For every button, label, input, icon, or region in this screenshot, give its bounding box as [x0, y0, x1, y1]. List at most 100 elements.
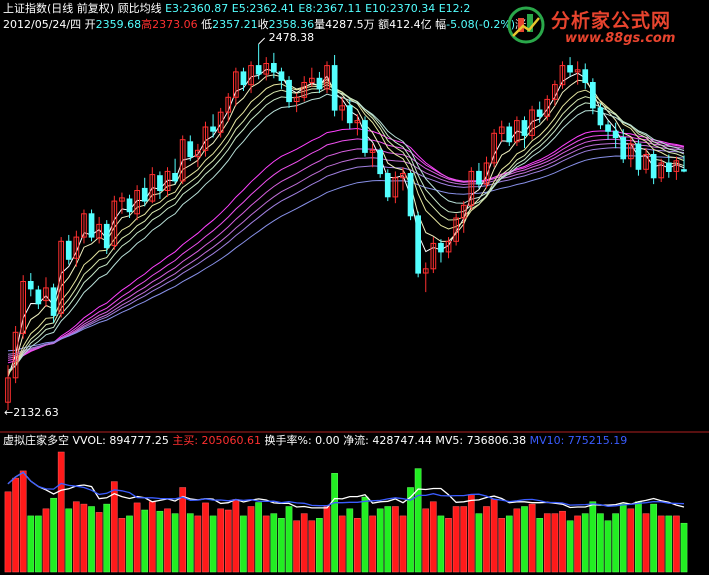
candle-body[interactable]	[255, 65, 262, 75]
volume-bar[interactable]	[498, 518, 506, 573]
volume-bar[interactable]	[179, 487, 187, 573]
volume-bar[interactable]	[414, 468, 422, 573]
volume-bar[interactable]	[619, 503, 627, 573]
volume-bar[interactable]	[27, 515, 35, 573]
volume-bar[interactable]	[574, 515, 581, 573]
candle-body[interactable]	[650, 154, 657, 179]
volume-bar[interactable]	[483, 506, 490, 573]
volume-bar[interactable]	[285, 506, 293, 573]
candle-body[interactable]	[141, 187, 148, 202]
candle-body[interactable]	[362, 120, 368, 153]
volume-bar[interactable]	[467, 494, 475, 573]
candle-body[interactable]	[521, 120, 528, 136]
volume-bar[interactable]	[331, 473, 338, 573]
candle-body[interactable]	[605, 124, 611, 132]
volume-bar[interactable]	[437, 515, 445, 573]
candle-body[interactable]	[506, 126, 513, 143]
volume-bar[interactable]	[528, 503, 536, 573]
volume-bar[interactable]	[300, 513, 308, 573]
candle-body[interactable]	[210, 126, 216, 132]
candle-body[interactable]	[612, 130, 619, 139]
candle-body[interactable]	[377, 149, 383, 175]
volume-bar[interactable]	[194, 515, 202, 573]
volume-bar[interactable]	[521, 506, 528, 573]
candle-body[interactable]	[240, 71, 247, 86]
volume-bar[interactable]	[680, 522, 688, 573]
volume-bar[interactable]	[354, 518, 361, 573]
volume-bar[interactable]	[399, 515, 407, 573]
candle-body[interactable]	[126, 198, 133, 213]
volume-bar[interactable]	[270, 513, 278, 573]
volume-bar[interactable]	[551, 513, 559, 573]
candle-body[interactable]	[567, 65, 573, 73]
volume-bar[interactable]	[42, 508, 50, 573]
volume-bar[interactable]	[12, 477, 19, 573]
volume-bar[interactable]	[35, 515, 42, 573]
volume-bar[interactable]	[422, 508, 430, 573]
candle-body[interactable]	[346, 105, 353, 124]
volume-bar[interactable]	[240, 515, 247, 573]
volume-bar[interactable]	[316, 518, 323, 573]
volume-bar[interactable]	[536, 518, 544, 573]
candle-body[interactable]	[278, 71, 285, 81]
volume-bar[interactable]	[650, 503, 657, 573]
volume-bar[interactable]	[673, 515, 680, 573]
volume-bar[interactable]	[247, 506, 255, 573]
volume-bar[interactable]	[392, 506, 399, 573]
volume-bar[interactable]	[445, 518, 452, 573]
volume-bar[interactable]	[338, 515, 346, 573]
candle-body[interactable]	[666, 162, 672, 172]
volume-bar[interactable]	[627, 508, 635, 573]
candle-body[interactable]	[582, 69, 589, 84]
candle-body[interactable]	[536, 109, 543, 117]
volume-bar[interactable]	[566, 520, 574, 573]
candle-body[interactable]	[331, 65, 338, 111]
candle-body[interactable]	[415, 215, 421, 274]
volume-bar[interactable]	[217, 508, 225, 573]
candle-body[interactable]	[88, 213, 95, 238]
volume-bar[interactable]	[255, 502, 262, 573]
volume-bar[interactable]	[133, 502, 141, 573]
volume-bar[interactable]	[665, 515, 673, 573]
volume-bar[interactable]	[156, 510, 164, 573]
candle-body[interactable]	[384, 173, 391, 198]
candle-body[interactable]	[50, 287, 57, 316]
volume-bar[interactable]	[657, 515, 665, 573]
volume-bar[interactable]	[209, 515, 217, 573]
volume-bar[interactable]	[202, 502, 209, 573]
volume-bar[interactable]	[490, 499, 498, 573]
volume-bar[interactable]	[224, 509, 232, 573]
volume-bar[interactable]	[369, 515, 376, 573]
candle-body[interactable]	[590, 82, 596, 109]
candle-body[interactable]	[681, 169, 687, 172]
volume-bar[interactable]	[589, 501, 597, 573]
volume-bar[interactable]	[604, 520, 612, 573]
volume-bar[interactable]	[513, 508, 521, 573]
candle-body[interactable]	[476, 170, 482, 185]
volume-bar[interactable]	[452, 506, 460, 573]
candle-body[interactable]	[407, 173, 414, 217]
volume-bar[interactable]	[293, 520, 300, 573]
candle-body[interactable]	[597, 107, 604, 126]
volume-bar[interactable]	[308, 520, 316, 573]
volume-bar[interactable]	[103, 503, 111, 573]
volume-bar[interactable]	[50, 497, 57, 573]
volume-bar[interactable]	[57, 451, 65, 573]
volume-bar[interactable]	[118, 518, 126, 573]
volume-bar[interactable]	[141, 509, 149, 573]
candle-body[interactable]	[65, 240, 72, 260]
candle-body[interactable]	[271, 63, 277, 73]
volume-bar[interactable]	[376, 508, 384, 573]
candle-body[interactable]	[316, 77, 323, 90]
volume-bar[interactable]	[581, 513, 589, 573]
volume-bar[interactable]	[4, 491, 12, 573]
candle-body[interactable]	[157, 175, 163, 191]
candle-body[interactable]	[635, 143, 642, 170]
candle-body[interactable]	[620, 137, 627, 160]
candle-body[interactable]	[27, 281, 34, 290]
volume-bar[interactable]	[88, 506, 95, 573]
volume-bar[interactable]	[505, 515, 513, 573]
volume-bar[interactable]	[72, 501, 80, 573]
volume-bar[interactable]	[278, 518, 285, 573]
volume-bar[interactable]	[323, 506, 331, 573]
